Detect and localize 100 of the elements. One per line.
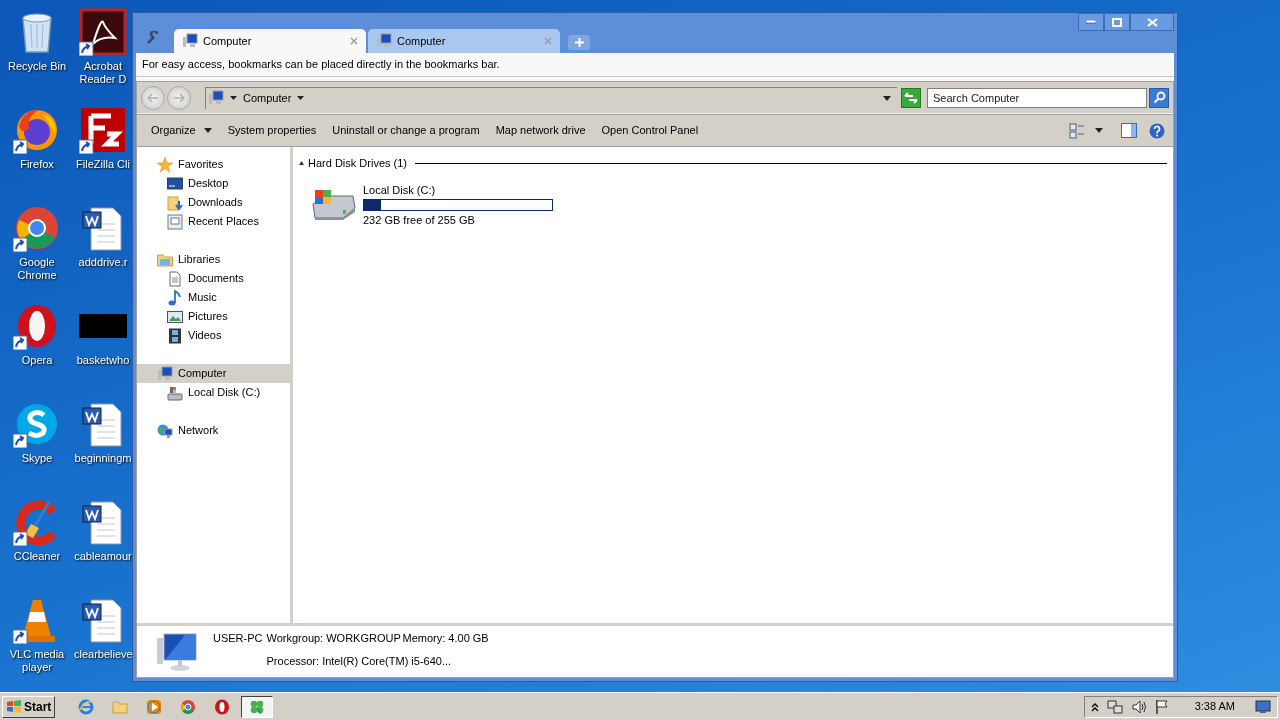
computer-icon — [182, 33, 198, 49]
navigation-item[interactable]: Music — [137, 288, 290, 307]
show-hidden-icons-icon[interactable] — [1090, 701, 1099, 712]
round-app-icon[interactable] — [13, 204, 61, 252]
browser-tab[interactable]: Computer — [174, 29, 366, 53]
network-globe-icon — [157, 422, 173, 439]
navigation-item[interactable]: Pictures — [137, 307, 290, 326]
music-note-icon — [167, 289, 183, 306]
document-icon — [167, 270, 183, 287]
toolbar-button[interactable]: Map network drive — [489, 118, 592, 143]
breadcrumb-item[interactable]: Computer — [243, 89, 292, 107]
refresh-button[interactable] — [901, 87, 921, 108]
icon-label[interactable]: Opera — [4, 354, 70, 367]
collapse-caret-icon[interactable] — [299, 161, 304, 166]
free-space-label: 232 GB free of 255 GB — [363, 213, 476, 228]
drive-icon — [167, 384, 183, 401]
browser-e-icon — [78, 698, 95, 715]
navigation-item[interactable]: Downloads — [137, 193, 290, 212]
close-icon — [1146, 17, 1158, 27]
toolbar-button[interactable]: Open Control Panel — [595, 118, 705, 143]
navigation-item[interactable]: Documents — [137, 269, 290, 288]
icon-label[interactable]: Acrobat Reader D — [74, 60, 132, 86]
folder-download-icon — [167, 194, 183, 211]
media-player-icon — [146, 698, 163, 715]
view-options-icon[interactable] — [1069, 122, 1085, 139]
maximize-button[interactable] — [1104, 13, 1130, 31]
icon-label[interactable]: basketwho — [74, 354, 132, 367]
search-button[interactable] — [1149, 87, 1169, 108]
caret-icon[interactable] — [230, 96, 237, 100]
network-icon[interactable] — [1106, 698, 1123, 715]
show-desktop-icon[interactable] — [1255, 699, 1271, 714]
icon-label[interactable]: clearbelieve — [74, 648, 132, 661]
fz-app-icon[interactable] — [79, 106, 127, 154]
preview-pane-icon[interactable] — [1121, 123, 1137, 138]
navigation-item[interactable]: Libraries — [137, 250, 290, 269]
close-icon[interactable] — [350, 37, 358, 45]
navigation-item[interactable]: Network — [137, 421, 290, 440]
navigation-item[interactable]: Computer — [137, 364, 290, 383]
round-app-icon — [180, 698, 197, 715]
icon-label[interactable]: cableamour — [74, 550, 132, 563]
workgroup-label: Workgroup: WORKGROUP — [266, 631, 399, 646]
ring-icon — [214, 698, 231, 715]
navigation-item[interactable]: Desktop — [137, 174, 290, 193]
search-field[interactable]: Search Computer — [927, 87, 1147, 108]
caret-icon[interactable] — [297, 96, 305, 100]
icon-label[interactable]: FileZilla Cli — [74, 158, 132, 171]
history-caret-icon[interactable] — [883, 95, 891, 101]
clock[interactable]: 3:38 AM — [1194, 698, 1235, 715]
plus-icon — [574, 38, 584, 47]
processor-label: Processor: Intel(R) Core(TM) i5-640... — [266, 653, 453, 669]
speaker-icon[interactable] — [1130, 698, 1147, 715]
icon-label[interactable]: adddrive.r — [74, 256, 132, 269]
new-tab-button[interactable] — [568, 35, 590, 50]
icon-label[interactable]: Firefox — [4, 158, 70, 171]
forward-arrow-icon — [173, 92, 185, 103]
library-folder-icon — [157, 251, 173, 268]
taskbar-app-button[interactable] — [241, 695, 274, 718]
close-button[interactable] — [1130, 13, 1174, 31]
toolbar-button[interactable]: System properties — [221, 118, 323, 143]
refresh-arrows-icon — [904, 91, 918, 104]
minimize-icon — [1086, 20, 1096, 24]
address-bar[interactable]: Computer — [205, 86, 897, 109]
computer-name: USER-PC — [213, 631, 263, 646]
memory-label: Memory: 4.00 GB — [402, 631, 489, 646]
navigation-item[interactable]: Favorites — [137, 155, 290, 174]
drive-name[interactable]: Local Disk (C:) — [363, 181, 553, 198]
computer-icon — [376, 33, 392, 49]
group-header[interactable]: Hard Disk Drives (1) — [308, 155, 407, 172]
navigation-item[interactable]: Recent Places — [137, 212, 290, 231]
recent-places-icon — [167, 213, 183, 230]
desktop-icon — [167, 175, 183, 192]
computer-icon — [208, 90, 224, 106]
navigation-item[interactable]: Videos — [137, 326, 290, 345]
minimize-button[interactable] — [1078, 13, 1104, 31]
picture-frame-icon — [167, 308, 183, 325]
flag-icon[interactable] — [1154, 698, 1169, 715]
browser-tab[interactable]: Computer — [368, 29, 560, 53]
toolbar-button[interactable]: Uninstall or change a program — [326, 118, 486, 143]
pdf-app-icon[interactable] — [79, 8, 127, 56]
caret-icon[interactable] — [1095, 128, 1103, 133]
icon-label[interactable]: CCleaner — [4, 550, 70, 563]
bookmarks-hint: For easy access, bookmarks can be placed directly in the bookmarks bar. — [142, 57, 500, 73]
icon-label[interactable]: Recycle Bin — [4, 60, 70, 73]
folder-icon — [112, 698, 129, 715]
icon-label[interactable]: Google Chrome — [4, 256, 70, 282]
start-button[interactable]: Start — [2, 695, 56, 718]
caret-icon — [203, 128, 212, 133]
icon-label[interactable]: VLC media player — [4, 648, 70, 674]
toolbar-button[interactable]: Organize — [145, 118, 218, 143]
search-icon — [1152, 91, 1166, 104]
maximize-icon — [1112, 17, 1122, 27]
icon-label[interactable]: Skype — [4, 452, 70, 465]
windows-flag-icon — [6, 699, 22, 714]
film-strip-icon — [167, 327, 183, 344]
icon-label[interactable]: beginningm — [74, 452, 132, 465]
computer-icon — [157, 365, 173, 382]
navigation-item[interactable]: Local Disk (C:) — [137, 383, 290, 402]
help-icon[interactable] — [1149, 122, 1165, 139]
wrench-icon[interactable] — [146, 31, 160, 45]
clover-icon — [249, 698, 266, 715]
